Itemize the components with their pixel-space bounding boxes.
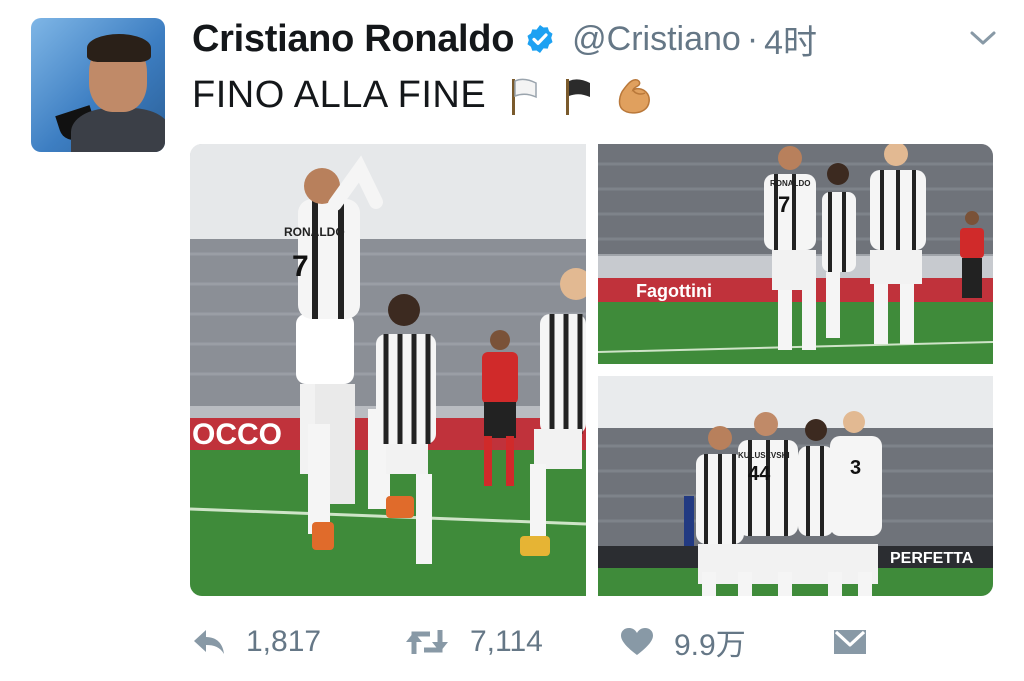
board-text: Fagottini <box>636 281 712 301</box>
tweet-body: FINO ALLA FINE <box>192 74 654 117</box>
share-icon <box>834 630 866 654</box>
photo-3[interactable]: PERFETTA KULUSEVSKI 44 3 <box>598 376 993 596</box>
retweet-count: 7,114 <box>470 625 543 658</box>
shirt-name: KULUSEVSKI <box>738 451 790 460</box>
avatar[interactable] <box>31 18 165 152</box>
photo-2[interactable]: Fagottini RONALDO 7 <box>598 144 993 364</box>
avatar-body <box>71 108 165 152</box>
like-button[interactable]: 9.9万 <box>620 618 746 666</box>
shirt-number: 7 <box>778 192 790 217</box>
reply-button[interactable]: 1,817 <box>192 618 321 666</box>
shirt-name: RONALDO <box>770 179 810 188</box>
tweet-time[interactable]: 4时 <box>764 15 817 64</box>
svg-text:3: 3 <box>850 457 861 479</box>
avatar-hair <box>87 34 151 62</box>
verified-badge-icon <box>527 25 553 53</box>
author-name[interactable]: Cristiano Ronaldo <box>192 18 514 61</box>
tweet-header: Cristiano Ronaldo @Cristiano · 4时 <box>192 14 817 64</box>
reply-count: 1,817 <box>246 625 322 658</box>
board-text: OCCO <box>192 418 282 451</box>
board-text: PERFETTA <box>890 550 974 567</box>
share-button[interactable] <box>832 618 868 666</box>
white-flag-icon <box>512 78 537 115</box>
chevron-down-icon[interactable] <box>968 28 998 48</box>
like-count: 9.9万 <box>674 629 746 662</box>
black-flag-icon <box>566 78 591 115</box>
shirt-name: RONALDO <box>284 225 345 239</box>
tweet-text: FINO ALLA FINE <box>192 74 487 116</box>
flexed-biceps-icon <box>619 78 651 114</box>
retweet-icon <box>406 630 448 654</box>
author-handle[interactable]: @Cristiano <box>572 20 741 59</box>
shirt-number: 7 <box>292 250 309 283</box>
heart-icon <box>621 628 653 655</box>
photo-1[interactable]: OCCO RONALDO 7 <box>190 144 586 596</box>
separator-dot: · <box>746 19 759 58</box>
reply-icon <box>194 630 224 654</box>
media-grid: OCCO RONALDO 7 Fagottini RONALDO 7 PERFE… <box>190 144 993 596</box>
action-bar: 1,817 7,114 9.9万 <box>192 618 992 666</box>
retweet-button[interactable]: 7,114 <box>404 618 543 666</box>
shirt-number: 44 <box>748 463 771 485</box>
